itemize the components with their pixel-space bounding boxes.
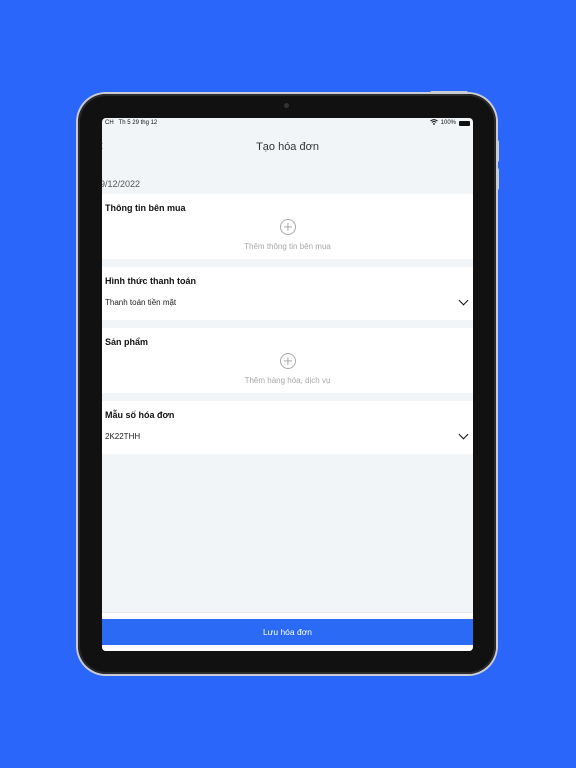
add-buyer-button[interactable]: Thêm thông tin bên mua	[105, 213, 470, 259]
tablet-frame: CH Th 5 29 thg 12 100% ‹ Tạo hóa đơn 9/1…	[78, 94, 496, 674]
battery-icon	[459, 120, 470, 126]
add-circle-icon	[279, 353, 296, 369]
invoice-template-value: 2K22THH	[105, 432, 141, 441]
save-invoice-button[interactable]: Lưu hóa đơn	[102, 619, 473, 645]
back-chevron-icon[interactable]: ‹	[102, 138, 103, 154]
payment-method-value: Thanh toán tiền mặt	[105, 298, 177, 307]
wifi-icon	[429, 119, 438, 127]
chevron-down-icon	[458, 295, 469, 306]
app-screen: CH Th 5 29 thg 12 100% ‹ Tạo hóa đơn 9/1…	[102, 118, 473, 651]
buyer-info-title: Thông tin bên mua	[105, 203, 186, 213]
nav-bar: ‹ Tạo hóa đơn	[102, 128, 473, 166]
chevron-down-icon	[458, 429, 469, 440]
invoice-template-card: Mẫu số hóa đơn 2K22THH	[102, 401, 473, 454]
invoice-template-title: Mẫu số hóa đơn	[105, 410, 175, 420]
invoice-template-select[interactable]: 2K22THH	[105, 420, 470, 454]
carrier-label: CH	[105, 120, 114, 126]
payment-method-title: Hình thức thanh toán	[105, 276, 197, 286]
add-product-label: Thêm hàng hóa, dịch vụ	[244, 376, 331, 385]
products-card: Sản phẩm Thêm hàng hóa, dịch vụ	[102, 328, 473, 393]
status-date-time: Th 5 29 thg 12	[118, 120, 158, 126]
battery-percent: 100%	[440, 120, 456, 126]
invoice-date[interactable]: 9/12/2022	[102, 174, 473, 194]
add-product-button[interactable]: Thêm hàng hóa, dịch vụ	[105, 347, 470, 393]
status-bar: CH Th 5 29 thg 12 100%	[102, 118, 473, 128]
camera-icon	[284, 103, 289, 108]
payment-method-card: Hình thức thanh toán Thanh toán tiền mặt	[102, 267, 473, 320]
add-buyer-label: Thêm thông tin bên mua	[244, 242, 331, 251]
page-title: Tạo hóa đơn	[256, 141, 319, 153]
buyer-info-card: Thông tin bên mua Thêm thông tin bên mua	[102, 194, 473, 259]
payment-method-select[interactable]: Thanh toán tiền mặt	[105, 286, 470, 320]
products-title: Sản phẩm	[105, 337, 149, 347]
add-circle-icon	[279, 219, 296, 235]
